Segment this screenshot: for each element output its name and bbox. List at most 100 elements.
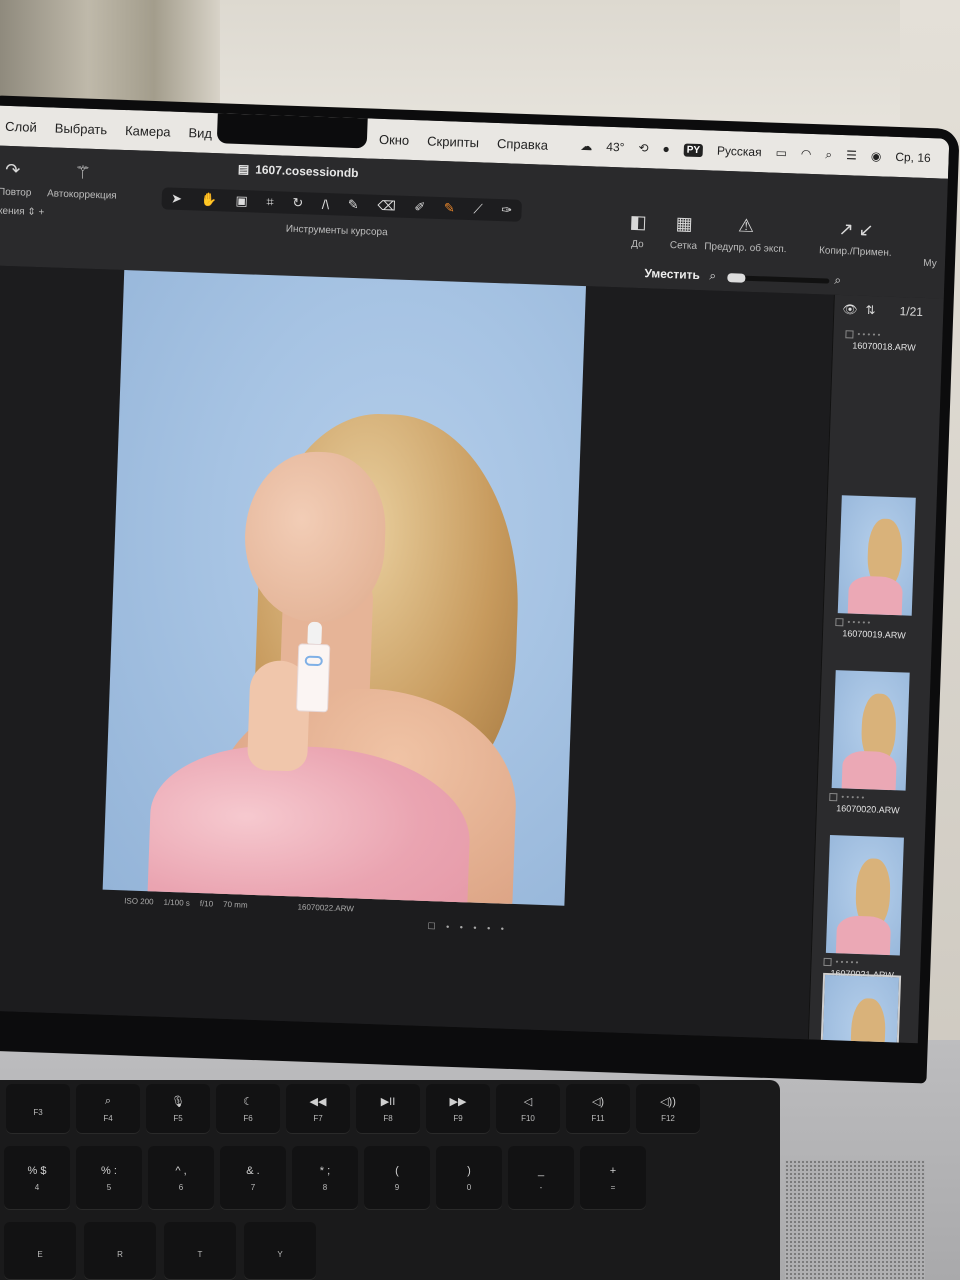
keyboard-key[interactable]: ^ , 6: [148, 1146, 214, 1210]
key-top-label: * ;: [319, 1164, 331, 1177]
menu-item-view[interactable]: Вид: [188, 125, 212, 141]
weather-icon[interactable]: ☁: [580, 139, 592, 153]
menu-right-group: Окно Скрипты Справка: [378, 119, 566, 166]
keyboard-key[interactable]: ◀◀ F7: [286, 1084, 350, 1134]
key-bottom-label: Y: [277, 1249, 283, 1259]
eraser-tool-icon[interactable]: ⌫: [377, 198, 396, 215]
keyboard-key[interactable]: ▶II F8: [356, 1084, 420, 1134]
time-machine-icon[interactable]: ⟲: [638, 141, 649, 155]
thumbnail[interactable]: • • • • • 16070018.ARW: [841, 325, 928, 353]
thumbnail[interactable]: • • • • •16070022.ARW: [814, 972, 905, 1044]
siri-icon[interactable]: ◉: [871, 149, 882, 163]
rating-dots[interactable]: ☐ • • • • •: [427, 921, 508, 935]
thumbnail-filename: 16070018.ARW: [852, 340, 916, 353]
zoom-fit-label[interactable]: Уместить: [644, 266, 700, 282]
sort-icon[interactable]: ⇅: [865, 303, 876, 317]
loupe-tool-icon[interactable]: ▣: [235, 193, 248, 209]
brush-tool-icon[interactable]: ✎: [348, 197, 359, 213]
keyboard-key[interactable]: E: [4, 1222, 76, 1280]
rotate-tool-icon[interactable]: ↻: [292, 195, 303, 211]
keyboard-key[interactable]: ▶▶ F9: [426, 1084, 490, 1134]
clock[interactable]: Ср, 16: [895, 150, 931, 165]
keyboard-key[interactable]: ◁ F10: [496, 1084, 560, 1134]
keyboard-key[interactable]: ☾ F6: [216, 1084, 280, 1134]
keyboard-key[interactable]: _ -: [508, 1146, 574, 1210]
battery-icon[interactable]: ▭: [775, 146, 787, 160]
thumbnail-image[interactable]: [837, 495, 916, 616]
key-top-label: ◁): [591, 1096, 605, 1108]
thumbnail[interactable]: • • • • • 16070021.ARW: [819, 835, 910, 981]
menu-item-window[interactable]: Окно: [379, 131, 410, 147]
menu-item-layer[interactable]: Слой: [5, 118, 37, 134]
keyboard-key[interactable]: & . 7: [220, 1146, 286, 1210]
search-icon[interactable]: ⌕: [825, 147, 832, 162]
thumbnail[interactable]: • • • • • 16070020.ARW: [825, 670, 916, 816]
menu-item-camera[interactable]: Камера: [125, 122, 171, 139]
thumbnail-rating[interactable]: • • • • •: [847, 617, 870, 627]
undo-redo-button[interactable]: ↷ / Повтор: [0, 159, 38, 199]
viewer-filename: 16070022.ARW: [297, 902, 355, 914]
thumbnail-checkbox[interactable]: [845, 329, 854, 339]
laptop-screen: Слой Выбрать Камера Вид Окно Скрипты Спр…: [0, 94, 960, 1084]
keystone-tool-icon[interactable]: /\: [322, 196, 330, 211]
thumbnail-rating[interactable]: • • • • •: [841, 792, 864, 802]
wifi-icon[interactable]: ◠: [801, 147, 812, 161]
keyboard-key[interactable]: F3: [6, 1084, 70, 1134]
keyboard-key[interactable]: ◁)) F12: [636, 1084, 700, 1134]
crop-tool-icon[interactable]: ⌗: [266, 194, 274, 210]
color-picker-icon[interactable]: ✎: [444, 200, 455, 216]
speaker-grille: [785, 1160, 925, 1280]
keyboard-key[interactable]: (9: [364, 1146, 430, 1210]
gradient-tool-icon[interactable]: ✐: [414, 199, 425, 215]
exposure-warning-button[interactable]: ⚠ Предупр. об эксп.: [695, 214, 796, 255]
zoom-in-icon[interactable]: ⌕: [834, 273, 841, 288]
keyboard-key[interactable]: ⌕ F4: [76, 1084, 140, 1134]
zoom-out-icon[interactable]: ⌕: [709, 268, 716, 283]
thumbnail-checkbox[interactable]: [835, 617, 844, 626]
exif-iso: ISO 200: [124, 896, 154, 907]
keyboard-key[interactable]: ) 0: [436, 1146, 502, 1210]
thumbnail-rating[interactable]: • • • • •: [835, 957, 858, 967]
keyboard-key[interactable]: Y: [244, 1222, 316, 1280]
image-viewer[interactable]: ISO 200 1/100 s f/10 70 mm 16070022.ARW …: [0, 265, 844, 1044]
autocorrect-button[interactable]: ⚚ Автокоррекция: [42, 161, 123, 202]
exif-shutter: 1/100 s: [163, 897, 190, 908]
annotation-tool-icon[interactable]: ✑: [501, 202, 512, 218]
control-center-icon[interactable]: ☰: [846, 148, 857, 162]
eyedropper-icon[interactable]: ⟋: [473, 201, 483, 217]
zoom-slider[interactable]: [727, 273, 830, 284]
key-bottom-label: E: [37, 1249, 43, 1259]
copy-apply-button[interactable]: ↗ ↙ Копир./Примен.: [810, 218, 901, 259]
keyboard-key[interactable]: % $ 4: [4, 1146, 70, 1210]
main-photo[interactable]: [102, 270, 586, 906]
menu-item-help[interactable]: Справка: [497, 135, 548, 152]
input-language[interactable]: Русская: [717, 144, 762, 160]
keyboard-key[interactable]: ◁) F11: [566, 1084, 630, 1134]
thumbnail-checkbox[interactable]: [823, 957, 832, 966]
weather-temp[interactable]: 43°: [606, 140, 625, 155]
keyboard-key[interactable]: + =: [580, 1146, 646, 1210]
zoom-slider-knob[interactable]: [727, 273, 746, 283]
pointer-tool-icon[interactable]: ➤: [171, 191, 182, 207]
keyboard-key[interactable]: % : 5: [76, 1146, 142, 1210]
before-button[interactable]: ◧ До: [617, 211, 658, 250]
keyboard-key[interactable]: 🎙 F5: [146, 1084, 210, 1134]
input-source-badge[interactable]: PY: [683, 142, 704, 157]
thumbnail[interactable]: • • • • • 16070019.ARW: [831, 495, 922, 641]
thumbnail-image[interactable]: [825, 835, 904, 956]
keyboard-key[interactable]: * ; 8: [292, 1146, 358, 1210]
keyboard-key[interactable]: T: [164, 1222, 236, 1280]
thumbnail-image[interactable]: [818, 972, 902, 1044]
extra-tool-button[interactable]: Му: [915, 258, 945, 270]
copy-apply-arrows-icon: ↗ ↙: [838, 218, 875, 241]
keyboard-key[interactable]: R: [84, 1222, 156, 1280]
user-icon[interactable]: ●: [662, 142, 670, 156]
thumbnail-rating[interactable]: • • • • •: [857, 330, 880, 340]
menu-item-select[interactable]: Выбрать: [55, 120, 108, 137]
menu-item-scripts[interactable]: Скрипты: [427, 133, 479, 150]
pan-tool-icon[interactable]: ✋: [200, 192, 217, 209]
thumbnail-checkbox[interactable]: [829, 792, 838, 801]
eye-icon[interactable]: 👁: [842, 302, 858, 317]
variant-select[interactable]: ..жения ⇕ +: [0, 205, 66, 219]
thumbnail-image[interactable]: [831, 670, 910, 791]
